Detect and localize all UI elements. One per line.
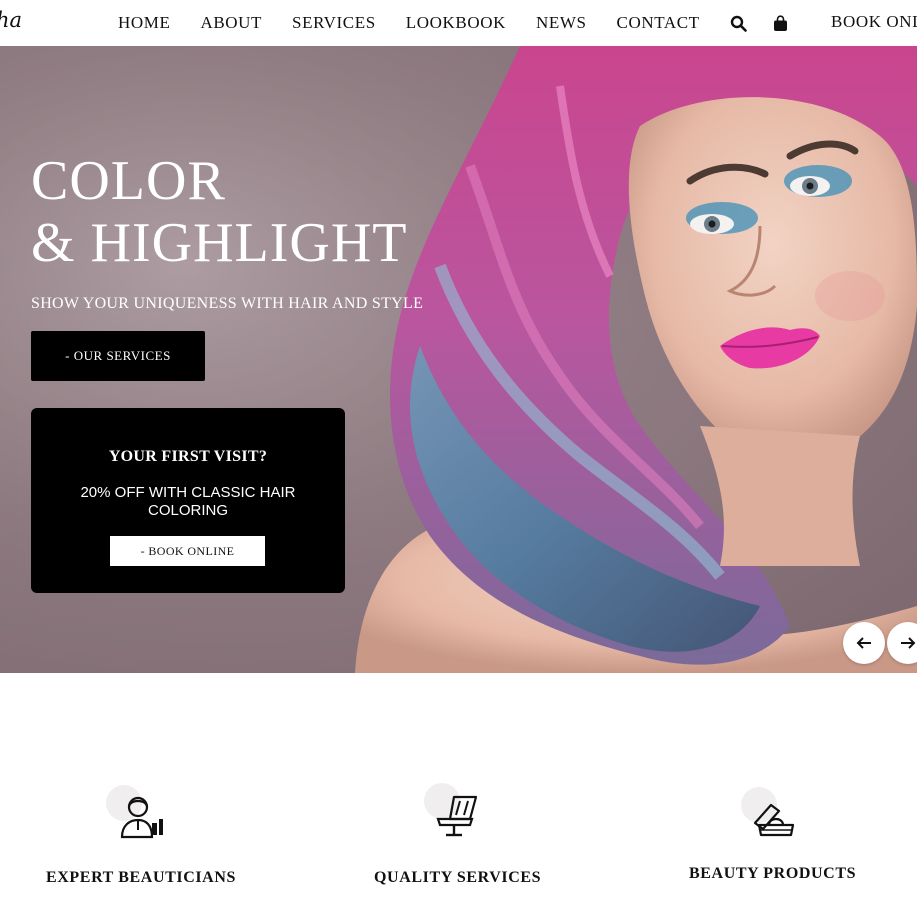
feature-title-expert-beauticians: EXPERT BEAUTICIANS xyxy=(46,869,236,886)
shopping-bag-icon[interactable] xyxy=(773,14,788,32)
hero-title: COLOR & HIGHLIGHT xyxy=(31,150,407,274)
features-section: EXPERT BEAUTICIANS QUALITY SERVICES BEAU… xyxy=(0,673,917,917)
arrow-left-icon xyxy=(856,637,871,649)
main-nav: HOME ABOUT SERVICES LOOKBOOK NEWS CONTAC… xyxy=(118,0,788,46)
nav-item-lookbook[interactable]: LOOKBOOK xyxy=(406,13,506,33)
site-header: ha HOME ABOUT SERVICES LOOKBOOK NEWS CON… xyxy=(0,0,917,46)
book-online-link[interactable]: BOOK ONLINE xyxy=(831,12,917,32)
our-services-button[interactable]: - OUR SERVICES xyxy=(31,331,205,381)
hero-banner: COLOR & HIGHLIGHT SHOW YOUR UNIQUENESS W… xyxy=(0,46,917,673)
nav-item-about[interactable]: ABOUT xyxy=(200,13,262,33)
feature-title-beauty-products: BEAUTY PRODUCTS xyxy=(689,865,857,882)
nav-item-services[interactable]: SERVICES xyxy=(292,13,376,33)
search-icon[interactable] xyxy=(730,15,747,32)
nav-item-home[interactable]: HOME xyxy=(118,13,170,33)
slider-prev-button[interactable] xyxy=(843,622,885,664)
hero-subtitle: SHOW YOUR UNIQUENESS WITH HAIR AND STYLE xyxy=(31,295,424,312)
logo[interactable]: ha xyxy=(0,8,22,32)
beauty-products-icon xyxy=(753,803,795,837)
book-online-button[interactable]: - BOOK ONLINE xyxy=(110,536,265,566)
first-visit-title: YOUR FIRST VISIT? xyxy=(108,448,268,465)
hero-title-line-2: & HIGHLIGHT xyxy=(31,212,408,274)
nav-item-news[interactable]: NEWS xyxy=(536,13,587,33)
nav-item-contact[interactable]: CONTACT xyxy=(617,13,700,33)
arrow-right-icon xyxy=(901,637,916,649)
first-visit-offer: 20% OFF WITH CLASSIC HAIR COLORING xyxy=(80,484,296,519)
hero-title-line-1: COLOR xyxy=(31,150,226,212)
salon-chair-icon xyxy=(436,795,478,837)
feature-title-quality-services: QUALITY SERVICES xyxy=(374,869,542,886)
first-visit-card: YOUR FIRST VISIT? 20% OFF WITH CLASSIC H… xyxy=(31,408,345,593)
beautician-icon xyxy=(120,796,163,839)
